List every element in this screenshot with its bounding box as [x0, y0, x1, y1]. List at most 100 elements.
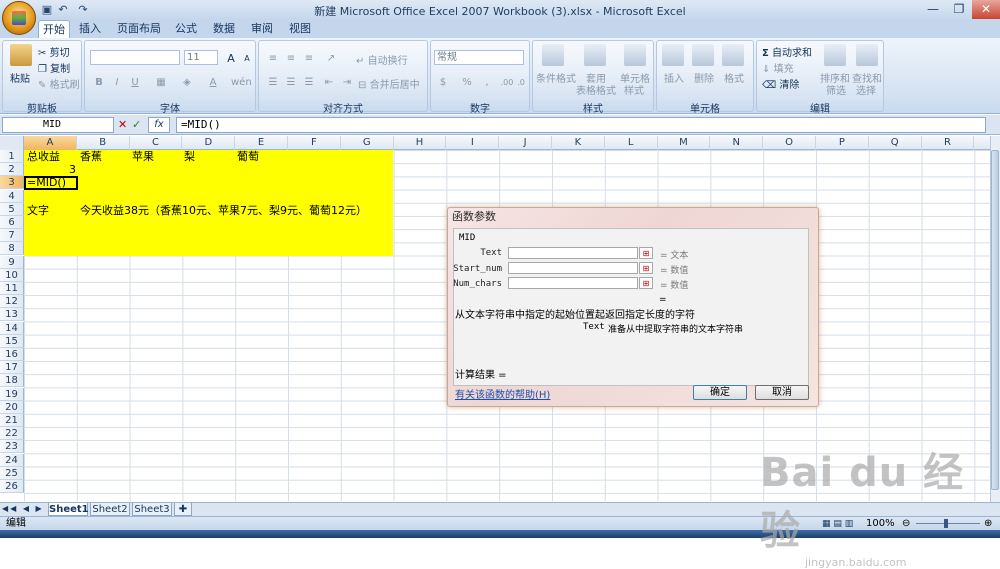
column-header-R[interactable]: R [922, 136, 975, 150]
cell-A5[interactable]: 文字 [27, 204, 49, 217]
close-button[interactable]: ✕ [972, 0, 1000, 19]
increase-indent-icon[interactable]: ⇥ [338, 74, 356, 89]
tab-formulas[interactable]: 公式 [170, 20, 202, 38]
cell-B1[interactable]: 香蕉 [80, 150, 102, 163]
insert-cells-button[interactable]: 插入 [664, 70, 684, 85]
cell-B2[interactable]: 3 [69, 163, 76, 176]
cancel-button[interactable]: 取消 [755, 385, 809, 400]
enter-entry-button[interactable]: ✓ [132, 118, 141, 131]
tab-home[interactable]: 开始 [38, 20, 70, 38]
row-header-8[interactable]: 8 [0, 242, 24, 256]
arg-input-num-chars[interactable] [508, 277, 638, 289]
insert-cells-icon[interactable] [662, 44, 684, 66]
row-header-26[interactable]: 26 [0, 480, 24, 493]
row-header-5[interactable]: 5 [0, 202, 24, 216]
align-top-icon[interactable]: ≡ [264, 50, 282, 65]
align-middle-icon[interactable]: ≡ [282, 50, 300, 65]
paste-button[interactable]: 粘贴 [10, 70, 30, 85]
delete-cells-icon[interactable] [692, 44, 714, 66]
active-cell[interactable] [24, 176, 78, 190]
sheet-tab-2[interactable]: Sheet2 [90, 503, 130, 516]
row-header-14[interactable]: 14 [0, 321, 24, 335]
minimize-button[interactable]: — [920, 0, 946, 19]
cut-button[interactable]: ✂ 剪切 [38, 44, 70, 59]
row-header-12[interactable]: 12 [0, 295, 24, 309]
decrease-indent-icon[interactable]: ⇤ [320, 74, 338, 89]
row-header-18[interactable]: 18 [0, 374, 24, 388]
tab-page-layout[interactable]: 页面布局 [112, 20, 166, 38]
redo-icon[interactable]: ↷ [76, 3, 90, 17]
cell-C1[interactable]: 苹果 [132, 150, 154, 163]
column-header-J[interactable]: J [499, 136, 552, 150]
orientation-icon[interactable]: ↗ [322, 50, 340, 65]
row-header-24[interactable]: 24 [0, 453, 24, 467]
row-header-1[interactable]: 1 [0, 150, 24, 163]
italic-button[interactable]: I [108, 74, 126, 89]
clear-button[interactable]: ⌫ 清除 [762, 76, 799, 91]
row-header-11[interactable]: 11 [0, 282, 24, 295]
align-right-icon[interactable]: ☰ [300, 74, 318, 89]
fill-button[interactable]: ⇓ 填充 [762, 60, 794, 75]
conditional-format-button[interactable]: 条件格式 [536, 70, 576, 85]
ok-button[interactable]: 确定 [693, 385, 747, 400]
column-header-N[interactable]: N [710, 136, 764, 150]
row-header-16[interactable]: 16 [0, 348, 24, 361]
column-header-H[interactable]: H [394, 136, 447, 150]
restore-button[interactable]: ❐ [946, 0, 972, 19]
row-header-2[interactable]: 2 [0, 163, 24, 177]
select-all-button[interactable] [0, 136, 24, 150]
format-painter-button[interactable]: ✎ 格式刷 [38, 76, 80, 91]
align-center-icon[interactable]: ☰ [282, 74, 300, 89]
currency-icon[interactable]: $ [434, 74, 452, 89]
tab-review[interactable]: 审阅 [246, 20, 278, 38]
arg-input-start-num[interactable] [508, 262, 638, 274]
phonetic-button[interactable]: wén [230, 74, 252, 89]
align-left-icon[interactable]: ☰ [264, 74, 282, 89]
cell-B5[interactable]: 今天收益38元（香蕉10元、苹果7元、梨9元、葡萄12元） [80, 204, 367, 217]
column-header-L[interactable]: L [605, 136, 658, 150]
column-header-P[interactable]: P [816, 136, 869, 150]
copy-button[interactable]: ❐ 复制 [38, 60, 70, 75]
cell-D1[interactable]: 梨 [184, 150, 195, 163]
font-color-button[interactable]: A [204, 74, 222, 89]
column-header-C[interactable]: C [130, 136, 183, 150]
column-header-K[interactable]: K [552, 136, 605, 150]
find-select-icon[interactable] [856, 44, 878, 66]
office-button[interactable] [2, 1, 36, 35]
row-header-22[interactable]: 22 [0, 427, 24, 441]
bold-button[interactable]: B [90, 74, 108, 89]
percent-button[interactable]: % [458, 74, 476, 89]
tab-view[interactable]: 视图 [284, 20, 316, 38]
column-header-Q[interactable]: Q [869, 136, 922, 150]
column-header-G[interactable]: G [341, 136, 394, 150]
row-header-20[interactable]: 20 [0, 400, 24, 414]
row-header-3[interactable]: 3 [0, 176, 24, 190]
column-header-B[interactable]: B [77, 136, 130, 150]
conditional-format-icon[interactable] [542, 44, 564, 66]
font-name-combo[interactable] [90, 50, 180, 65]
column-header-M[interactable]: M [658, 136, 711, 150]
row-header-4[interactable]: 4 [0, 189, 24, 203]
arg-picker-icon-num-chars[interactable]: ⊞ [639, 277, 653, 289]
format-table-icon[interactable] [584, 44, 606, 66]
row-header-7[interactable]: 7 [0, 229, 24, 243]
sheet-tab-3[interactable]: Sheet3 [132, 503, 172, 516]
insert-sheet-icon[interactable]: ✚ [174, 503, 192, 516]
wrap-text-button[interactable]: ↵ 自动换行 [356, 52, 408, 67]
tab-insert[interactable]: 插入 [74, 20, 106, 38]
cell-E1[interactable]: 葡萄 [237, 150, 259, 163]
name-box[interactable]: MID [2, 117, 114, 133]
insert-function-button[interactable]: fx [148, 117, 170, 133]
arg-picker-icon-start-num[interactable]: ⊞ [639, 262, 653, 274]
format-cells-icon[interactable] [722, 44, 744, 66]
cell-styles-icon[interactable] [624, 44, 646, 66]
help-link[interactable]: 有关该函数的帮助(H) [455, 386, 550, 401]
vertical-scroll-thumb[interactable] [991, 150, 999, 490]
row-header-17[interactable]: 17 [0, 361, 24, 375]
paste-icon[interactable] [10, 44, 32, 66]
column-header-O[interactable]: O [763, 136, 816, 150]
decrease-decimal-icon[interactable]: .0 [512, 74, 530, 89]
formula-input[interactable]: =MID() [176, 117, 986, 133]
sheet-tab-1[interactable]: Sheet1 [48, 503, 89, 516]
cancel-entry-button[interactable]: ✕ [118, 118, 127, 131]
